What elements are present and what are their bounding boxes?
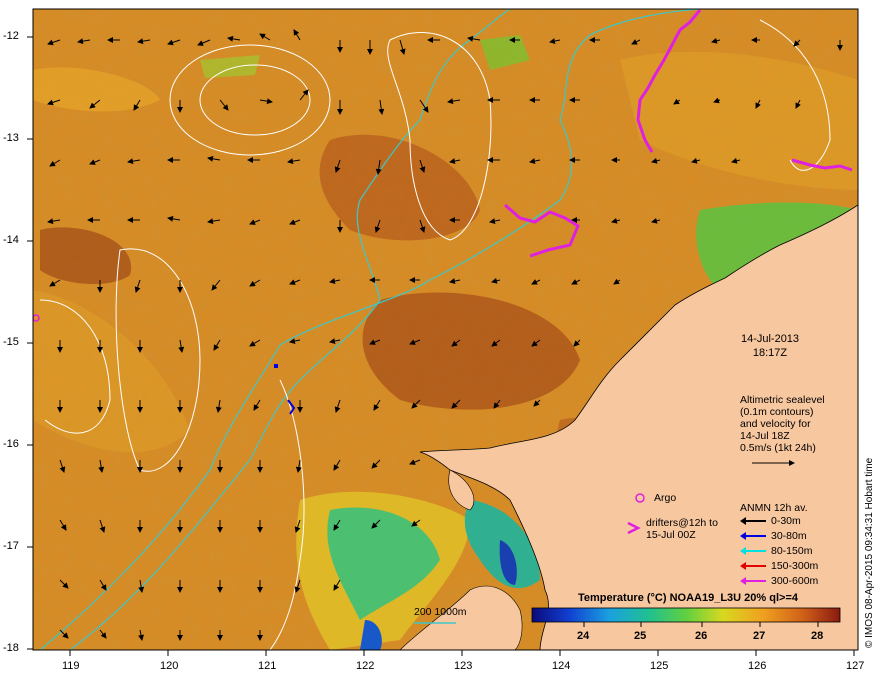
lon-tick: 119 [62, 660, 80, 672]
altimetry-note-line: 0.5m/s (1kt 24h) [740, 442, 816, 454]
lon-tick: 122 [356, 660, 375, 672]
anmn-legend-item: 300-600m [740, 575, 818, 588]
lon-tick: 124 [552, 660, 571, 672]
anmn-legend-item: 30-80m [740, 530, 807, 543]
lon-tick: 126 [748, 660, 767, 672]
lat-tick: -14 [3, 234, 19, 246]
credit-text: © IMOS 08-Apr-2015 09:34:31 Hobart time [864, 457, 875, 648]
lat-tick: -15 [3, 336, 19, 348]
lat-tick: -12 [3, 30, 19, 42]
lon-tick: 120 [160, 660, 179, 672]
anmn-legend-title: ANMN 12h av. [740, 502, 808, 514]
altimetry-note-line: 14-Jul 18Z [740, 430, 790, 442]
altimetry-note-line: (0.1m contours) [740, 406, 814, 418]
anmn-legend-item: 80-150m [740, 545, 812, 558]
lat-tick: -13 [3, 132, 19, 144]
colorbar-tick: 28 [811, 630, 824, 642]
anmn-legend-item: 0-30m [740, 515, 801, 528]
colorbar [531, 607, 841, 623]
colorbar-tick: 25 [634, 630, 647, 642]
drifters-label: drifters@12h to [646, 517, 718, 529]
lon-tick: 127 [846, 660, 865, 672]
altimetry-note-line: and velocity for [740, 418, 811, 430]
lat-tick: -17 [3, 540, 19, 552]
map-time: 18:17Z [752, 347, 788, 359]
drifters-label: 15-Jul 00Z [646, 529, 696, 541]
altimetry-note-line: Altimetric sealevel [740, 394, 825, 406]
colorbar-tick: 24 [577, 630, 590, 642]
anmn-legend-item: 150-300m [740, 560, 818, 573]
colorbar-title: Temperature (°C) NOAA19_L3U 20% ql>=4 [578, 592, 798, 604]
sst-field [33, 9, 858, 650]
colorbar-tick: 26 [695, 630, 708, 642]
argo-label: Argo [654, 492, 677, 504]
lon-tick: 123 [454, 660, 473, 672]
lon-tick: 125 [650, 660, 669, 672]
bathymetry-legend-label: 200 1000m [414, 606, 467, 618]
lon-tick: 121 [258, 660, 277, 672]
colorbar-tick: 27 [753, 630, 766, 642]
lat-tick: -16 [3, 438, 19, 450]
map-date: 14-Jul-2013 [740, 333, 800, 345]
lat-tick: -18 [3, 642, 19, 654]
